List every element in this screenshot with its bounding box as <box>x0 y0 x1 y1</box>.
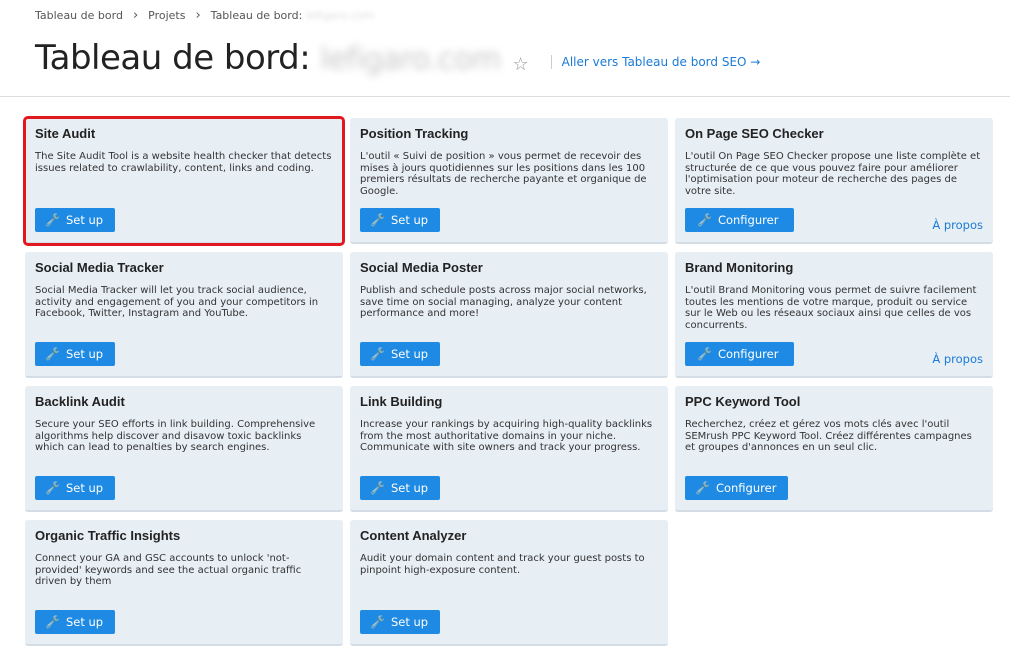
card-title: PPC Keyword Tool <box>685 394 801 409</box>
setup-button[interactable]: 🔧 Set up <box>360 610 441 634</box>
breadcrumb-item-current: Tableau de bord: lefigaro.com <box>210 9 375 22</box>
card-social-media-poster: Social Media Poster Publish and schedule… <box>350 252 668 378</box>
breadcrumb-item-dashboard[interactable]: Tableau de bord <box>35 9 123 22</box>
wrench-icon: 🔧 <box>697 347 712 361</box>
card-title: Site Audit <box>35 126 96 141</box>
wrench-icon: 🔧 <box>45 347 60 361</box>
card-description: L'outil « Suivi de position » vous perme… <box>360 151 647 197</box>
breadcrumb-item-projects[interactable]: Projets <box>148 9 185 22</box>
card-position-tracking: Position Tracking L'outil « Suivi de pos… <box>350 118 668 244</box>
page-header: Tableau de bord: lefigaro.com ☆ Aller ver… <box>35 38 760 78</box>
card-description: Social Media Tracker will let you track … <box>35 285 319 319</box>
setup-button[interactable]: 🔧 Set up <box>35 610 116 634</box>
card-link-building: Link Building Increase your rankings by … <box>350 386 668 512</box>
blurred-domain-title: lefigaro.com <box>320 42 501 77</box>
setup-button[interactable]: 🔧 Set up <box>35 476 116 500</box>
card-title: Organic Traffic Insights <box>35 528 181 543</box>
wrench-icon: 🔧 <box>45 615 60 629</box>
setup-button[interactable]: 🔧 Set up <box>360 208 441 232</box>
card-description: L'outil On Page SEO Checker propose une … <box>685 151 981 197</box>
wrench-icon: 🔧 <box>697 213 712 227</box>
blurred-domain: lefigaro.com <box>305 9 375 22</box>
card-description: Connect your GA and GSC accounts to unlo… <box>35 553 302 587</box>
card-title: Backlink Audit <box>35 394 125 409</box>
card-title: On Page SEO Checker <box>685 126 824 141</box>
setup-button[interactable]: 🔧 Set up <box>360 342 441 366</box>
card-social-media-tracker: Social Media Tracker Social Media Tracke… <box>25 252 343 378</box>
configure-button[interactable]: 🔧 Configurer <box>685 476 789 500</box>
setup-button[interactable]: 🔧 Set up <box>35 342 116 366</box>
card-description: Secure your SEO efforts in link building… <box>35 419 316 453</box>
card-backlink-audit: Backlink Audit Secure your SEO efforts i… <box>25 386 343 512</box>
header-divider <box>0 96 1010 97</box>
card-brand-monitoring: Brand Monitoring L'outil Brand Monitorin… <box>675 252 993 378</box>
card-description: L'outil Brand Monitoring vous permet de … <box>685 285 977 331</box>
card-title: Content Analyzer <box>360 528 467 543</box>
breadcrumb-separator-icon: › <box>132 8 139 23</box>
tools-grid: Site Audit The Site Audit Tool is a webs… <box>23 116 993 646</box>
card-description: Publish and schedule posts across major … <box>360 285 647 319</box>
card-description: Increase your rankings by acquiring high… <box>360 419 653 453</box>
wrench-icon: 🔧 <box>370 615 385 629</box>
card-organic-traffic-insights: Organic Traffic Insights Connect your GA… <box>25 520 343 646</box>
configure-button[interactable]: 🔧 Configurer <box>685 208 795 232</box>
card-description: Audit your domain content and track your… <box>360 553 645 576</box>
breadcrumb: Tableau de bord › Projets › Tableau de b… <box>35 8 374 23</box>
card-ppc-keyword-tool: PPC Keyword Tool Recherchez, créez et gé… <box>675 386 993 512</box>
page-title: Tableau de bord: lefigaro.com <box>35 38 501 78</box>
wrench-icon: 🔧 <box>370 213 385 227</box>
wrench-icon: 🔧 <box>370 481 385 495</box>
card-description: The Site Audit Tool is a website health … <box>35 151 332 174</box>
wrench-icon: 🔧 <box>45 481 60 495</box>
card-title: Link Building <box>360 394 443 409</box>
card-description: Recherchez, créez et gérez vos mots clés… <box>685 419 972 453</box>
card-title: Position Tracking <box>360 126 469 141</box>
card-title: Social Media Poster <box>360 260 483 275</box>
about-link[interactable]: À propos <box>932 218 983 232</box>
wrench-icon: 🔧 <box>45 213 60 227</box>
wrench-icon: 🔧 <box>370 347 385 361</box>
card-title: Brand Monitoring <box>685 260 794 275</box>
star-icon[interactable]: ☆ <box>512 54 528 75</box>
wrench-icon: 🔧 <box>695 481 710 495</box>
seo-dashboard-link[interactable]: Aller vers Tableau de bord SEO → <box>562 55 761 69</box>
configure-button[interactable]: 🔧 Configurer <box>685 342 795 366</box>
card-on-page-seo-checker: On Page SEO Checker L'outil On Page SEO … <box>675 118 993 244</box>
card-site-audit: Site Audit The Site Audit Tool is a webs… <box>23 116 345 246</box>
breadcrumb-separator-icon: › <box>195 8 201 23</box>
setup-button[interactable]: 🔧 Set up <box>360 476 441 500</box>
card-content-analyzer: Content Analyzer Audit your domain conte… <box>350 520 668 646</box>
setup-button[interactable]: 🔧 Set up <box>35 208 116 232</box>
about-link[interactable]: À propos <box>932 352 983 366</box>
card-title: Social Media Tracker <box>35 260 164 275</box>
divider <box>550 55 552 69</box>
